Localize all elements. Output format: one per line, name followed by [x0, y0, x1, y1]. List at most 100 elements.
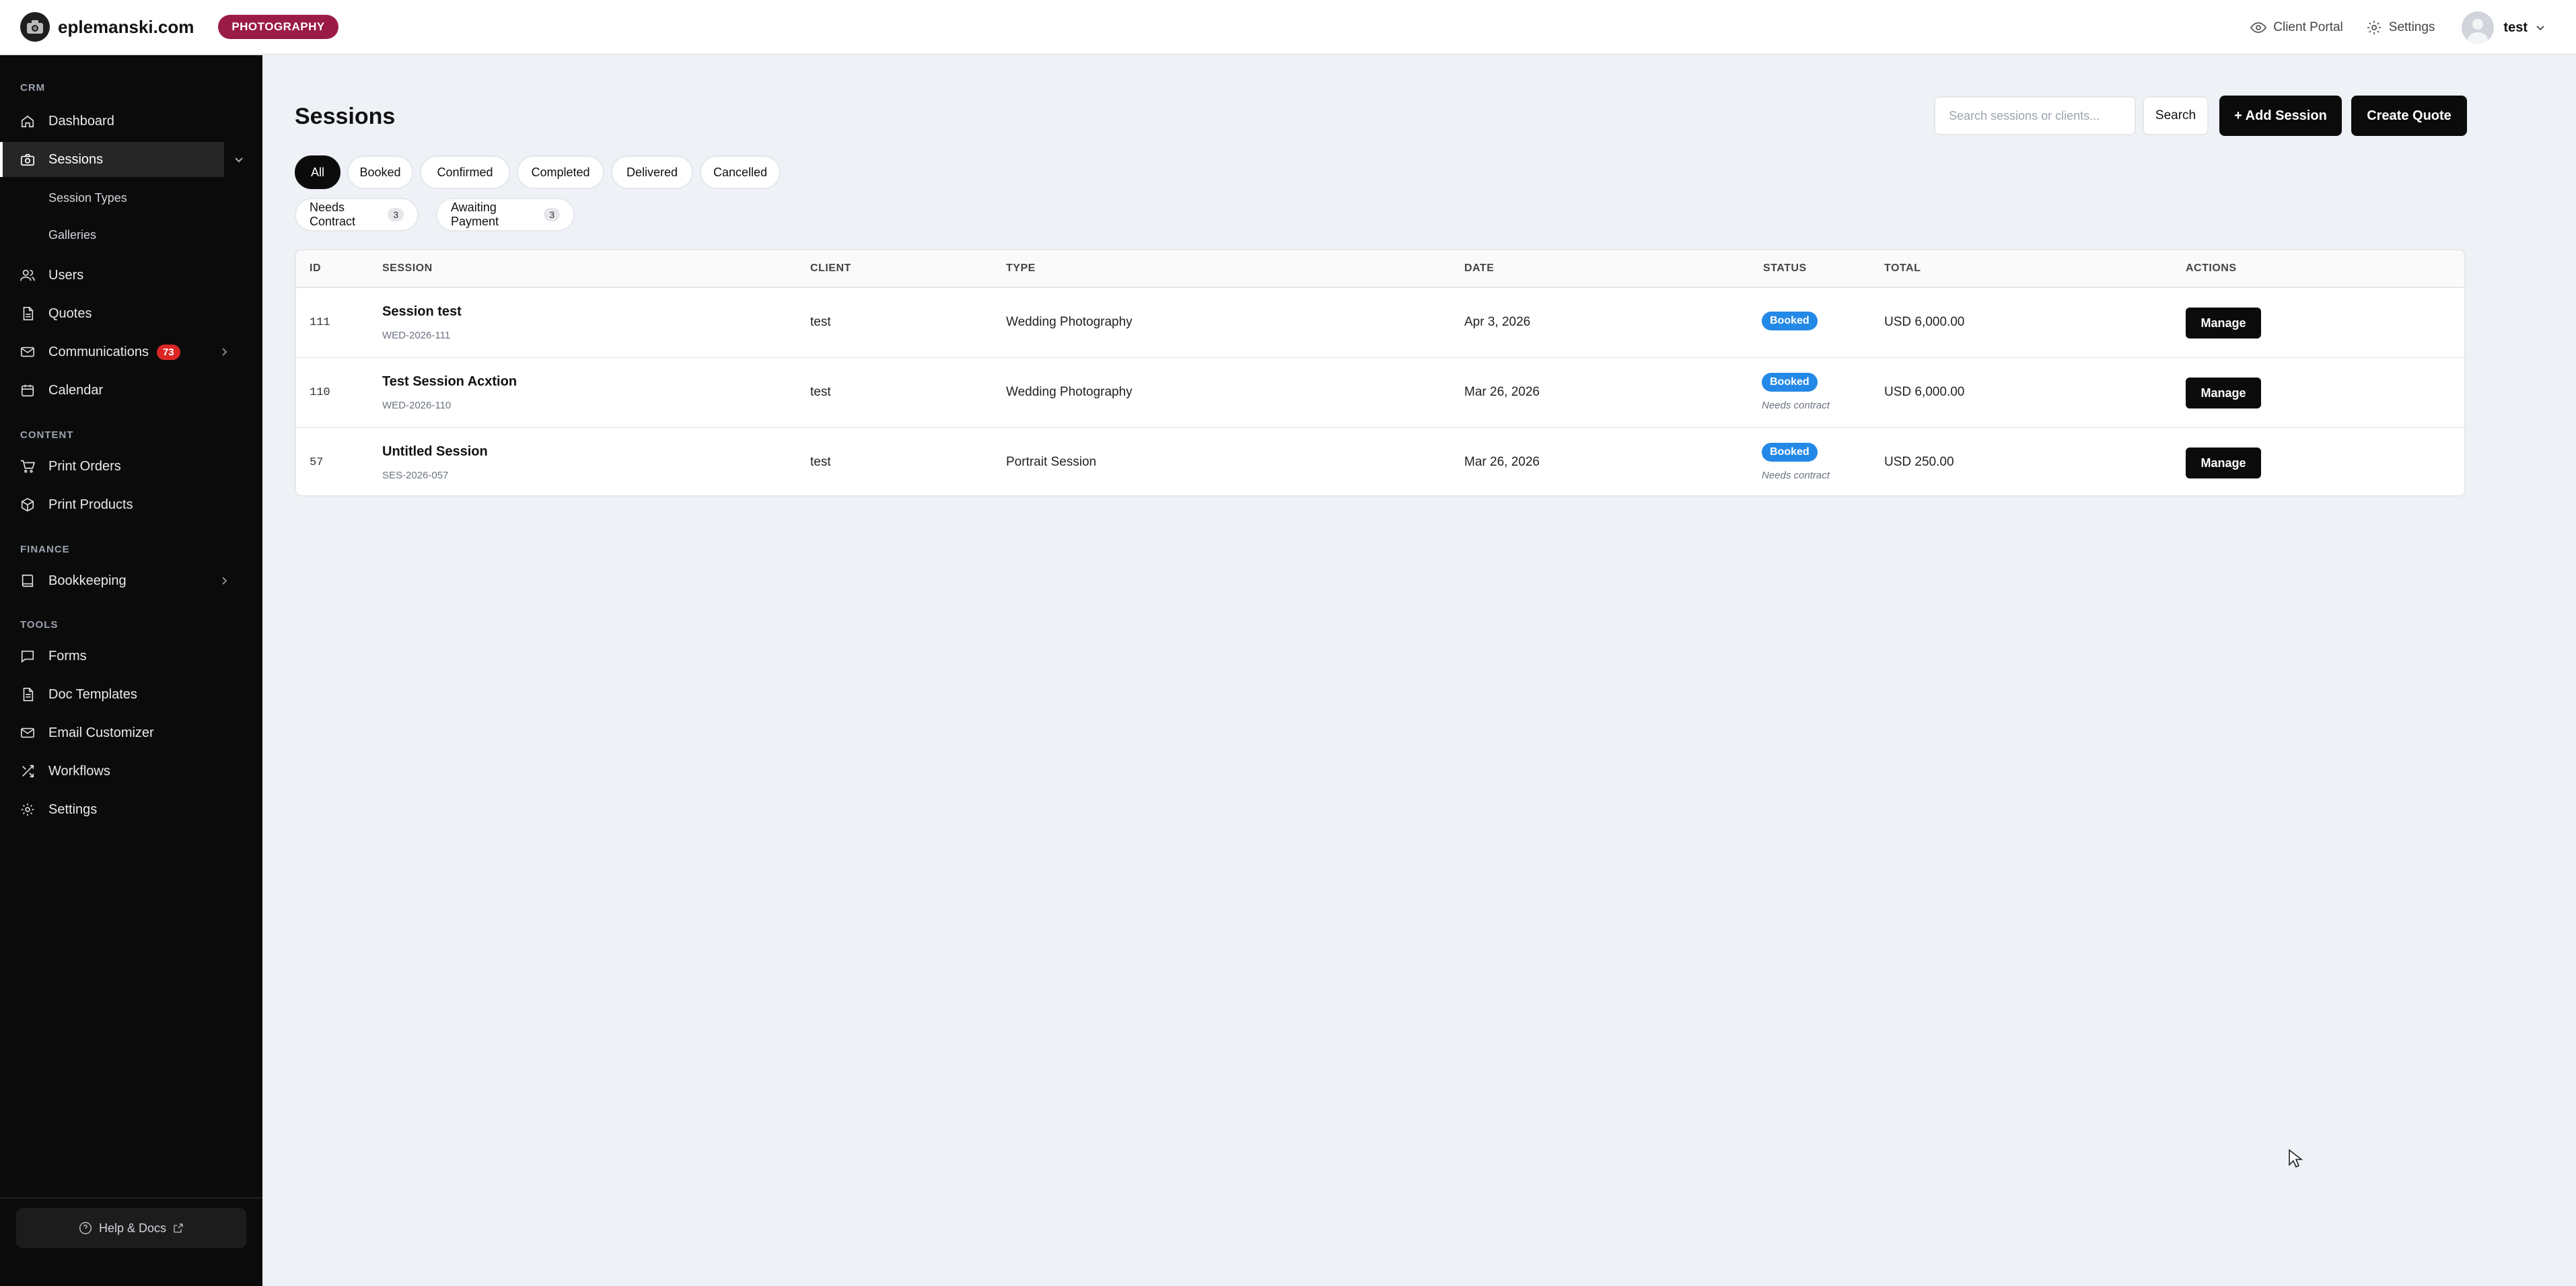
- sidebar-label: Print Products: [48, 497, 133, 512]
- sidebar-item-bookkeeping[interactable]: Bookkeeping: [0, 563, 262, 598]
- col-date: DATE: [1464, 262, 1495, 274]
- manage-button[interactable]: Manage: [2186, 308, 2261, 338]
- cart-icon: [20, 460, 35, 473]
- col-status: STATUS: [1763, 262, 1807, 274]
- client-name: test: [810, 385, 831, 399]
- sidebar-item-sessions[interactable]: Sessions: [0, 142, 224, 177]
- session-type: Wedding Photography: [1006, 385, 1133, 399]
- message-square-icon: [21, 650, 34, 663]
- mail-icon: [21, 347, 34, 357]
- col-type: TYPE: [1006, 262, 1036, 274]
- shuffle-icon: [22, 764, 34, 778]
- sidebar-label: Users: [48, 267, 84, 283]
- table-row[interactable]: 110 Test Session Acxtion WED-2026-110 te…: [296, 358, 2464, 428]
- col-session: SESSION: [382, 262, 433, 274]
- sidebar-label: Doc Templates: [48, 686, 137, 702]
- sidebar-item-session-types[interactable]: Session Types: [48, 191, 127, 205]
- sidebar-item-users[interactable]: Users: [0, 258, 262, 293]
- sidebar-item-workflows[interactable]: Workflows: [0, 754, 262, 789]
- filter-label: Needs Contract: [310, 201, 356, 228]
- session-name-link[interactable]: Untitled Session: [382, 444, 488, 460]
- sidebar-label: Email Customizer: [48, 725, 154, 740]
- manage-button[interactable]: Manage: [2186, 378, 2261, 408]
- user-menu[interactable]: test: [2462, 11, 2545, 44]
- avatar: [2462, 11, 2495, 44]
- create-quote-button[interactable]: Create Quote: [2351, 96, 2467, 136]
- session-code: SES-2026-057: [382, 470, 449, 481]
- sidebar-item-forms[interactable]: Forms: [0, 639, 262, 674]
- mouse-cursor-icon: [2289, 1149, 2303, 1168]
- client-portal-link[interactable]: Client Portal: [2250, 20, 2343, 36]
- mail-icon: [21, 727, 34, 738]
- users-icon: [20, 269, 35, 281]
- filter-booked[interactable]: Booked: [347, 155, 413, 189]
- sessions-table: ID SESSION CLIENT TYPE DATE STATUS TOTAL…: [295, 249, 2466, 497]
- sidebar-item-doc-templates[interactable]: Doc Templates: [0, 677, 262, 712]
- site-name: eplemanski.com: [58, 16, 194, 37]
- search-button[interactable]: Search: [2143, 96, 2209, 135]
- session-total: USD 250.00: [1884, 455, 1954, 469]
- table-row[interactable]: 57 Untitled Session SES-2026-057 test Po…: [296, 428, 2464, 495]
- search-input[interactable]: [1934, 96, 2136, 135]
- session-type: Portrait Session: [1006, 455, 1097, 469]
- sidebar-label: Quotes: [48, 306, 92, 321]
- session-code: WED-2026-111: [382, 330, 451, 341]
- communications-count-badge: 73: [156, 344, 180, 360]
- chevron-down-icon[interactable]: [234, 155, 244, 164]
- camera-logo-icon: [20, 12, 50, 42]
- sidebar-item-print-products[interactable]: Print Products: [0, 487, 262, 522]
- file-text-icon: [23, 688, 34, 701]
- help-docs-label: Help & Docs: [98, 1221, 167, 1235]
- settings-label: Settings: [2388, 20, 2435, 34]
- session-name-link[interactable]: Session test: [382, 304, 462, 320]
- filter-delivered[interactable]: Delivered: [611, 155, 693, 189]
- section-finance: FINANCE: [20, 544, 70, 555]
- gear-icon: [21, 803, 34, 816]
- status-note: Needs contract: [1762, 470, 1830, 481]
- sidebar-item-email-customizer[interactable]: Email Customizer: [0, 715, 262, 750]
- sidebar-item-communications[interactable]: Communications 73: [0, 334, 262, 369]
- sidebar-label: Sessions: [48, 151, 104, 167]
- filter-all[interactable]: All: [295, 155, 341, 189]
- external-link-icon: [174, 1223, 183, 1233]
- sidebar-item-galleries[interactable]: Galleries: [48, 228, 96, 242]
- status-badge: Booked: [1762, 373, 1818, 392]
- status-note: Needs contract: [1762, 400, 1830, 411]
- filter-needs-contract[interactable]: Needs Contract 3: [295, 198, 419, 231]
- settings-link[interactable]: Settings: [2366, 20, 2435, 36]
- user-name: test: [2503, 20, 2528, 35]
- chevron-down-icon: [2536, 26, 2544, 31]
- filter-awaiting-payment[interactable]: Awaiting Payment 3: [436, 198, 575, 231]
- session-name-link[interactable]: Test Session Acxtion: [382, 374, 517, 390]
- eye-icon: [2250, 22, 2267, 33]
- session-code: WED-2026-110: [382, 400, 452, 411]
- manage-button[interactable]: Manage: [2186, 448, 2261, 478]
- sidebar-item-settings[interactable]: Settings: [0, 792, 262, 827]
- col-actions: ACTIONS: [2186, 262, 2237, 274]
- section-crm: CRM: [20, 82, 46, 94]
- sidebar-item-print-orders[interactable]: Print Orders: [0, 449, 262, 484]
- filter-label: Awaiting Payment: [451, 201, 499, 228]
- sidebar-item-quotes[interactable]: Quotes: [0, 296, 262, 331]
- brand[interactable]: eplemanski.com: [20, 12, 194, 42]
- book-icon: [22, 574, 34, 587]
- sidebar-item-calendar[interactable]: Calendar: [0, 373, 262, 408]
- camera-icon: [21, 153, 34, 166]
- section-tools: TOOLS: [20, 619, 59, 631]
- sidebar-label: Dashboard: [48, 113, 114, 129]
- filter-confirmed[interactable]: Confirmed: [420, 155, 510, 189]
- filter-cancelled[interactable]: Cancelled: [700, 155, 781, 189]
- client-portal-label: Client Portal: [2273, 20, 2343, 34]
- filter-completed[interactable]: Completed: [517, 155, 604, 189]
- table-header: ID SESSION CLIENT TYPE DATE STATUS TOTAL…: [296, 250, 2464, 288]
- help-docs-button[interactable]: Help & Docs: [16, 1208, 246, 1248]
- sidebar-label: Settings: [48, 801, 98, 817]
- add-session-button[interactable]: + Add Session: [2219, 96, 2342, 136]
- table-row[interactable]: 111 Session test WED-2026-111 test Weddi…: [296, 288, 2464, 358]
- home-icon: [21, 115, 34, 128]
- client-name: test: [810, 455, 831, 469]
- sidebar-item-dashboard[interactable]: Dashboard: [0, 104, 262, 139]
- session-date: Apr 3, 2026: [1464, 315, 1531, 329]
- filter-count-badge: 3: [388, 208, 404, 221]
- calendar-icon: [21, 384, 34, 397]
